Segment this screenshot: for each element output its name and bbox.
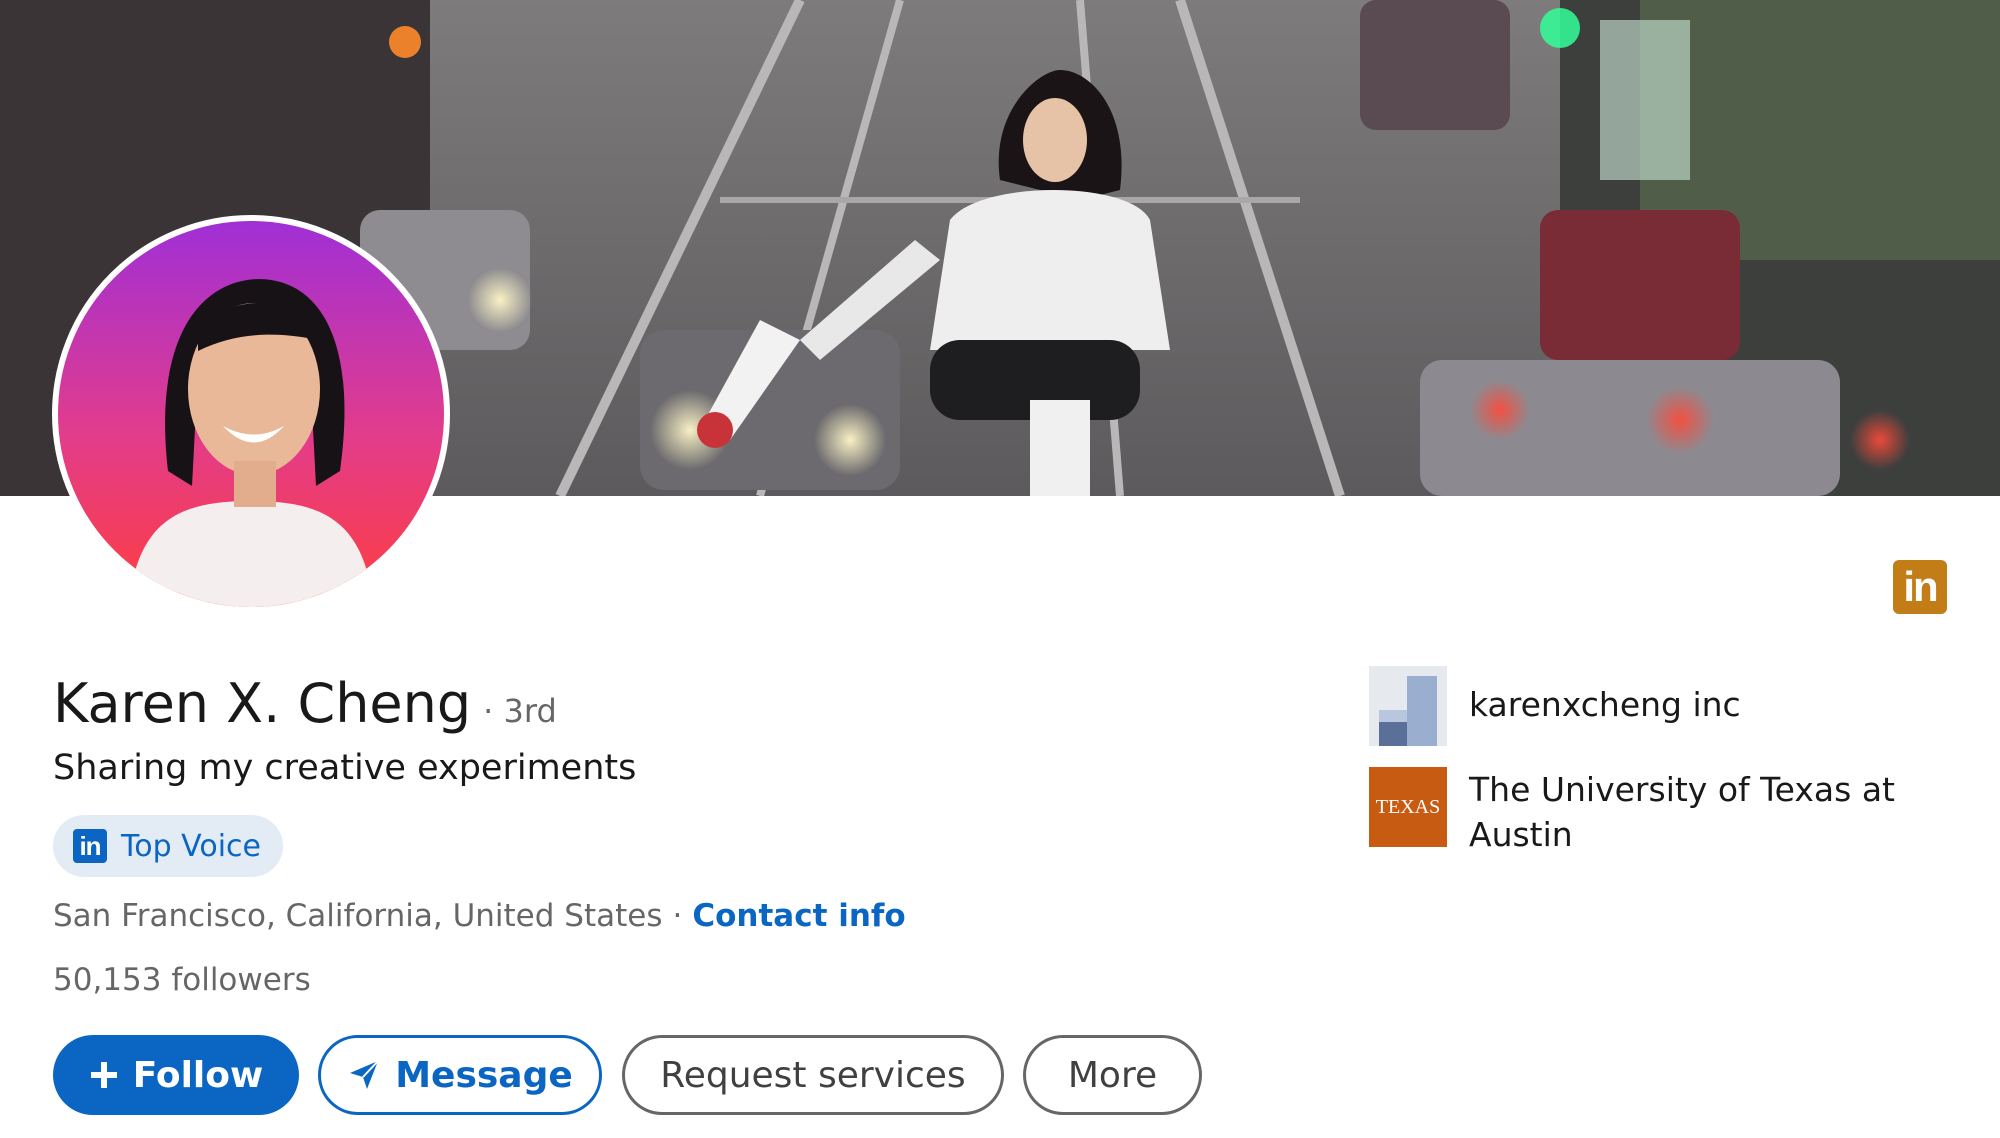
connection-degree: · 3rd <box>483 692 557 730</box>
send-icon <box>347 1058 381 1092</box>
more-label: More <box>1067 1054 1158 1096</box>
profile-photo[interactable] <box>52 215 450 613</box>
plus-icon <box>89 1060 119 1090</box>
university-logo: TEXAS <box>1369 767 1447 847</box>
org-company[interactable]: karenxcheng inc <box>1369 666 1741 746</box>
university-logo-text: TEXAS <box>1375 795 1441 818</box>
followers-count: 50,153 followers <box>53 962 311 998</box>
linkedin-icon: in <box>73 829 107 863</box>
separator-dot: · <box>672 898 683 934</box>
request-services-label: Request services <box>660 1054 966 1096</box>
top-voice-badge[interactable]: in Top Voice <box>53 815 283 877</box>
more-button[interactable]: More <box>1023 1035 1202 1115</box>
message-button[interactable]: Message <box>318 1035 602 1115</box>
request-services-button[interactable]: Request services <box>622 1035 1004 1115</box>
follow-button[interactable]: Follow <box>53 1035 299 1115</box>
company-name: karenxcheng inc <box>1469 685 1741 724</box>
org-education[interactable]: TEXAS The University of Texas at Austin <box>1369 767 1929 857</box>
profile-headline: Sharing my creative experiments <box>53 748 637 788</box>
follow-label: Follow <box>132 1054 264 1096</box>
profile-photo-illustration <box>128 279 374 607</box>
location-text: San Francisco, California, United States <box>53 898 663 934</box>
message-label: Message <box>395 1054 573 1096</box>
top-voice-label: Top Voice <box>121 828 261 864</box>
profile-name: Karen X. Cheng <box>53 672 472 735</box>
linkedin-icon: in <box>1893 560 1947 614</box>
name-row: Karen X. Cheng · 3rd <box>53 672 557 735</box>
company-logo <box>1369 666 1447 746</box>
location-row: San Francisco, California, United States… <box>53 898 906 934</box>
contact-info-link[interactable]: Contact info <box>692 898 905 934</box>
university-name: The University of Texas at Austin <box>1469 770 1895 854</box>
